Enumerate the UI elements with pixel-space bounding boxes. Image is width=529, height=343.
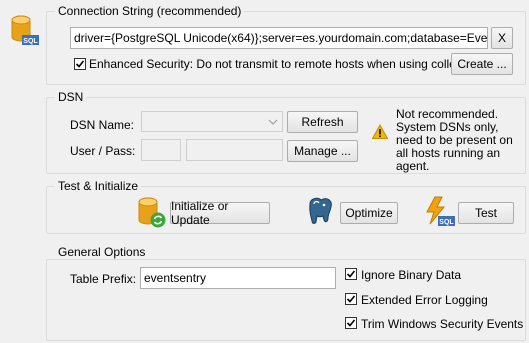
extended-logging-checkbox[interactable] <box>345 293 357 305</box>
dsn-password-input[interactable] <box>186 139 283 161</box>
enhanced-security-label: Enhanced Security: Do not transmit to re… <box>89 57 476 71</box>
chevron-down-icon <box>268 116 278 130</box>
create-button[interactable]: Create ... <box>451 53 513 75</box>
ignore-binary-label: Ignore Binary Data <box>361 268 462 282</box>
clear-connection-button[interactable]: X <box>491 27 513 49</box>
svg-text:SQL: SQL <box>439 219 454 226</box>
initialize-update-button[interactable]: Initialize or Update <box>170 199 270 227</box>
general-options-title: General Options <box>55 245 149 259</box>
dsn-name-label: DSN Name: <box>70 118 135 132</box>
postgresql-elephant-icon <box>304 196 336 226</box>
test-button[interactable]: Test <box>458 202 514 224</box>
warning-icon <box>371 123 389 140</box>
table-prefix-label: Table Prefix: <box>70 272 137 286</box>
enhanced-security-checkbox[interactable] <box>74 58 86 70</box>
dsn-name-select[interactable] <box>141 111 283 132</box>
sql-lightning-icon: SQL <box>425 196 455 228</box>
dsn-user-input[interactable] <box>141 139 181 161</box>
optimize-button[interactable]: Optimize <box>340 202 398 224</box>
dsn-title: DSN <box>55 90 87 104</box>
refresh-button[interactable]: Refresh <box>287 111 358 133</box>
connection-string-title: Connection String (recommended) <box>55 4 245 18</box>
extended-logging-label: Extended Error Logging <box>361 293 488 307</box>
database-refresh-icon <box>136 196 166 228</box>
test-initialize-title: Test & Initialize <box>55 179 142 193</box>
connection-string-input[interactable]: driver={PostgreSQL Unicode(x64)};server=… <box>70 27 488 49</box>
ignore-binary-checkbox[interactable] <box>345 268 357 280</box>
sql-database-icon: SQL <box>9 14 39 46</box>
dsn-warning-text: Not recommended. System DSNs only, need … <box>396 107 513 173</box>
trim-events-label: Trim Windows Security Events <box>361 317 524 331</box>
svg-text:SQL: SQL <box>23 38 38 45</box>
manage-button[interactable]: Manage ... <box>287 140 358 162</box>
user-pass-label: User / Pass: <box>70 144 136 158</box>
trim-events-checkbox[interactable] <box>345 317 357 329</box>
table-prefix-input[interactable]: eventsentry <box>140 267 336 289</box>
